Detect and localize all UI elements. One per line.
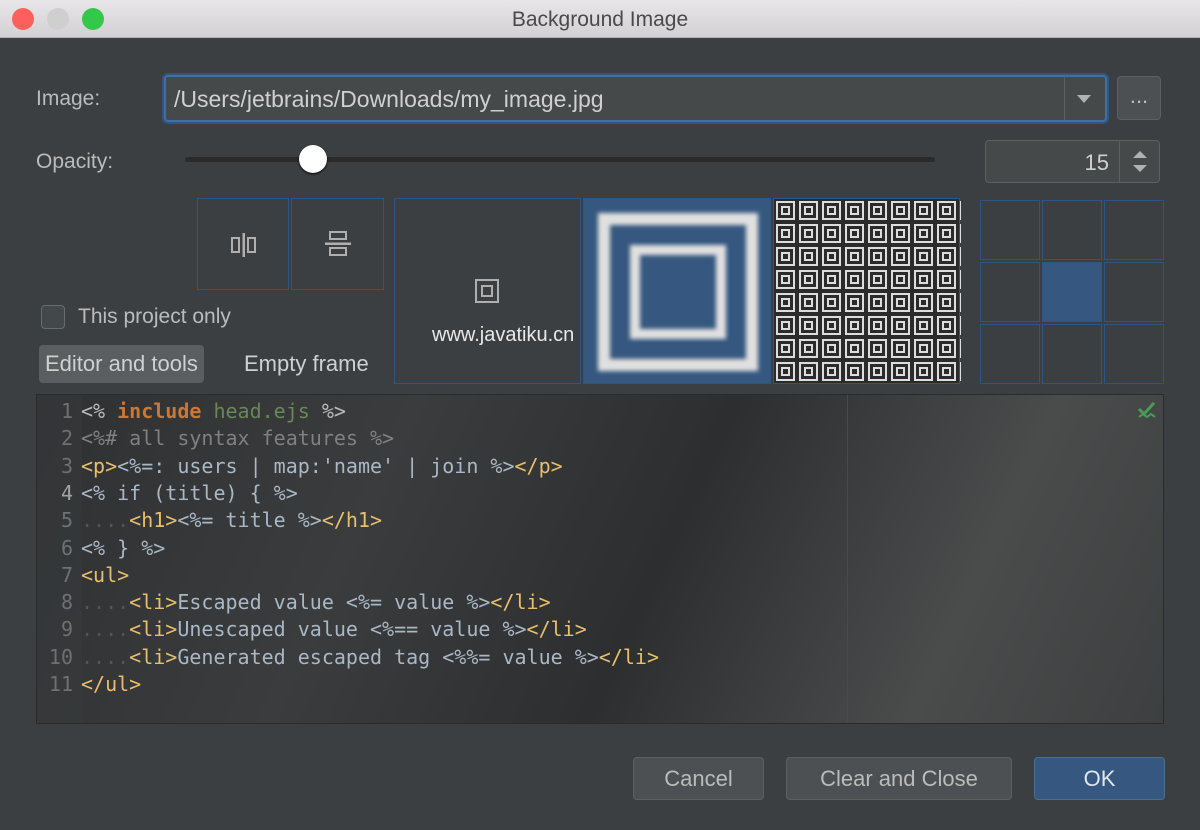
code-token: .... — [81, 508, 130, 533]
anchor-middle-center[interactable] — [1042, 262, 1102, 322]
code-token: <p> — [81, 453, 118, 478]
spinner-arrows-icon[interactable] — [1119, 141, 1159, 182]
code-line: 8 ....<li>Escaped value <%= value %></li> — [37, 589, 551, 616]
opacity-value[interactable]: 15 — [1085, 150, 1109, 176]
code-token: Escaped value <%= value %> — [177, 590, 491, 615]
code-token: </ul> — [81, 672, 142, 696]
code-token: include — [117, 399, 202, 423]
anchor-middle-right[interactable] — [1104, 262, 1164, 322]
tab-editor-and-tools[interactable]: Editor and tools — [39, 345, 204, 383]
line-number: 11 — [48, 672, 73, 696]
ok-button[interactable]: OK — [1034, 757, 1165, 800]
tile-vertical-icon — [325, 231, 351, 256]
tab-empty-frame[interactable]: Empty frame — [238, 345, 375, 383]
code-token: .... — [81, 644, 130, 669]
anchor-top-center[interactable] — [1042, 200, 1102, 260]
clear-and-close-button[interactable]: Clear and Close — [786, 757, 1012, 800]
opacity-slider[interactable] — [185, 145, 935, 173]
line-number: 7 — [60, 562, 73, 587]
title-bar: Background Image — [0, 0, 1200, 38]
tile-horizontal-button[interactable] — [197, 198, 289, 290]
code-token: </li> — [598, 644, 659, 669]
code-token: .... — [81, 590, 130, 615]
opacity-label: Opacity: — [36, 150, 114, 173]
code-token: </p> — [514, 453, 563, 478]
line-number: 9 — [60, 617, 73, 642]
anchor-bottom-right[interactable] — [1104, 324, 1164, 384]
cancel-button[interactable]: Cancel — [633, 757, 764, 800]
anchor-bottom-center[interactable] — [1042, 324, 1102, 384]
code-token: </li> — [526, 617, 587, 642]
code-token: %> — [309, 399, 346, 423]
code-line: 1 <% include head.ejs %> — [37, 398, 346, 425]
code-line: 2 <%# all syntax features %> — [37, 425, 394, 452]
code-token: </h1> — [321, 508, 383, 533]
code-preview-editor: 1 <% include head.ejs %> 2 <%# all syntax f… — [36, 394, 1164, 724]
code-token: <h1> — [129, 508, 178, 533]
inspection-ok-icon — [1137, 401, 1156, 419]
code-token: <%=: users | map:'name' | join %> — [117, 453, 515, 478]
slider-thumb[interactable] — [298, 145, 327, 173]
code-token: <li> — [129, 617, 178, 642]
code-token: Unescaped value <%== value %> — [177, 617, 527, 642]
code-line: 5 ....<h1><%= title %></h1> — [37, 507, 382, 534]
line-number: 4 — [60, 480, 73, 505]
code-token: <ul> — [81, 562, 130, 587]
code-token: <li> — [129, 644, 178, 669]
code-line: 4 <% if (title) { %> — [37, 480, 298, 507]
code-token: <%# all syntax features %> — [81, 426, 395, 451]
line-number: 5 — [60, 508, 73, 533]
watermark-text: www.javatiku.cn — [432, 324, 575, 346]
image-label: Image: — [36, 87, 101, 110]
image-path-input[interactable]: /Users/jetbrains/Downloads/my_image.jpg — [174, 86, 604, 113]
center-mode-preview[interactable] — [394, 198, 581, 384]
center-image-icon — [475, 279, 499, 303]
code-line: 3 <p><%=: users | map:'name' | join %></p… — [37, 453, 563, 480]
chevron-down-icon[interactable] — [1077, 95, 1091, 103]
line-number: 8 — [60, 590, 73, 615]
this-project-only-label[interactable]: This project only — [78, 305, 231, 329]
tile-mode-preview[interactable] — [773, 198, 961, 385]
scale-mode-preview[interactable] — [583, 198, 771, 384]
anchor-middle-left[interactable] — [980, 262, 1040, 322]
anchor-bottom-left[interactable] — [980, 324, 1040, 384]
code-token: <% — [81, 399, 118, 423]
tiled-image-icon — [774, 199, 961, 385]
code-token: <% if (title) { %> — [81, 480, 298, 505]
code-line: 7 <ul> — [37, 562, 129, 589]
this-project-only-checkbox[interactable] — [41, 305, 65, 329]
code-line: 9 ....<li>Unescaped value <%== value %></… — [37, 616, 587, 643]
code-line: 11 </ul> — [37, 671, 141, 698]
line-number: 10 — [48, 644, 73, 669]
code-line: 10 ....<li>Generated escaped tag <%%= val… — [37, 644, 659, 671]
scaled-image-icon — [598, 213, 758, 371]
image-path-combo[interactable]: /Users/jetbrains/Downloads/my_image.jpg — [164, 75, 1107, 122]
window-title: Background Image — [511, 8, 689, 31]
anchor-top-right[interactable] — [1104, 200, 1164, 260]
code-token: <%= title %> — [177, 508, 322, 533]
code-token: <li> — [129, 590, 178, 615]
code-token: <% } %> — [81, 535, 166, 560]
line-number: 1 — [60, 399, 73, 423]
line-number: 3 — [60, 453, 73, 478]
code-line: 6 <% } %> — [37, 535, 165, 562]
code-token: head.ejs — [213, 399, 310, 423]
tile-horizontal-icon — [231, 233, 256, 257]
code-token: </li> — [490, 590, 551, 615]
line-number: 6 — [60, 535, 73, 560]
anchor-top-left[interactable] — [980, 200, 1040, 260]
code-token: Generated escaped tag <%%= value %> — [177, 644, 599, 669]
browse-button[interactable]: ... — [1117, 76, 1161, 120]
code-token: .... — [81, 617, 130, 642]
opacity-spinner[interactable]: 15 — [985, 140, 1160, 183]
tile-vertical-button[interactable] — [291, 198, 384, 290]
line-number: 2 — [60, 426, 73, 451]
